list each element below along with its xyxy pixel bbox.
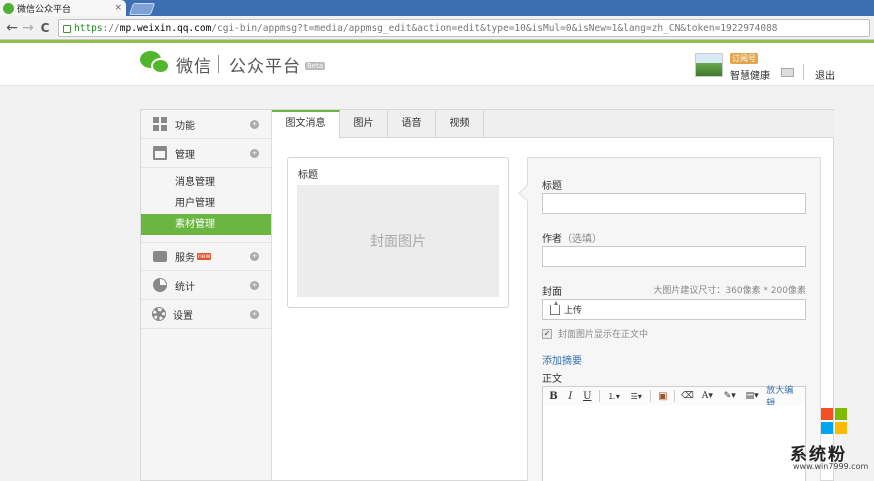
italic-button[interactable]: I <box>565 391 576 402</box>
underline-button[interactable]: U <box>582 391 593 402</box>
body-label: 正文 <box>542 374 562 385</box>
article-editor: 标题 作者（选填） 封面 大图片建议尺寸：360像素 * 200像素 上传 ✓ … <box>518 157 821 481</box>
upload-button[interactable]: 上传 <box>542 299 806 320</box>
sidebar-item-label: 统计 <box>175 281 195 293</box>
expand-icon[interactable]: + <box>250 309 259 319</box>
author-optional-hint: （选填） <box>562 234 602 245</box>
expand-icon[interactable]: + <box>250 280 259 290</box>
url-separator: :// <box>102 22 120 34</box>
insert-image-button[interactable]: ▣ <box>657 391 668 402</box>
browser-tab-bar: 微信公众平台 × <box>0 0 874 16</box>
site-logo[interactable]: 微信 公众平台 Beta <box>140 51 326 77</box>
toolbar-divider <box>650 390 652 402</box>
site-header: 微信 公众平台 Beta 订阅号 智慧健康 退出 <box>0 40 874 86</box>
cover-label: 封面 <box>542 287 562 298</box>
logo-divider <box>218 55 219 73</box>
sidebar-item-services[interactable]: 服务 new + <box>141 242 271 271</box>
expand-icon[interactable]: + <box>250 252 259 261</box>
sidebar-item-settings[interactable]: 设置 + <box>141 300 271 329</box>
lock-icon <box>63 25 71 33</box>
url-input[interactable]: https://mp.weixin.qq.com/cgi-bin/appmsg?… <box>58 19 870 37</box>
preview-title: 标题 <box>298 170 318 181</box>
bold-button[interactable]: B <box>548 391 559 402</box>
sidebar-item-label: 管理 <box>175 149 195 161</box>
editor-toolbar: B I U ⒈▾ ☰▾ ▣ ⌫ A▾ ✎▾ ▤▾ 放大编辑 <box>542 386 806 409</box>
material-tabs: 图文消息 图片 语音 视频 <box>272 110 834 139</box>
sidebar-item-manage[interactable]: 管理 + <box>141 139 271 168</box>
browser-tab[interactable]: 微信公众平台 × <box>0 0 126 16</box>
show-cover-label: 封面图片显示在正文中 <box>558 330 649 340</box>
address-bar: ← → C https://mp.weixin.qq.com/cgi-bin/a… <box>0 16 874 40</box>
tab-voice[interactable]: 语音 <box>388 110 436 138</box>
pointer-arrow <box>518 184 536 202</box>
tab-image[interactable]: 图片 <box>340 110 388 138</box>
printer-icon <box>153 251 167 262</box>
expand-icon[interactable]: + <box>250 148 259 158</box>
back-icon[interactable]: ← <box>4 20 20 36</box>
author-input[interactable] <box>542 246 806 267</box>
add-summary-link[interactable]: 添加摘要 <box>542 352 582 367</box>
more-format-button[interactable]: ▤▾ <box>744 391 760 401</box>
main-panel: 功能 + 管理 + 消息管理 用户管理 素材管理 服务 new + 统计 + 设… <box>140 109 834 481</box>
beta-badge: Beta <box>305 62 326 70</box>
account-type-badge: 订阅号 <box>730 53 758 64</box>
font-color-button[interactable]: A▾ <box>699 391 715 401</box>
header-divider <box>803 64 804 80</box>
gear-icon <box>153 308 165 320</box>
eraser-button[interactable]: ⌫ <box>681 391 694 401</box>
url-path: /cgi-bin/appmsg?t=media/appmsg_edit&acti… <box>211 22 778 34</box>
logo-subtitle: 公众平台 <box>229 56 301 77</box>
ordered-list-button[interactable]: ⒈▾ <box>606 391 622 402</box>
toolbar-divider <box>598 390 600 402</box>
title-label: 标题 <box>542 181 562 192</box>
tray-icon <box>153 146 167 160</box>
tab-news[interactable]: 图文消息 <box>272 110 340 139</box>
sidebar-subitem-messages[interactable]: 消息管理 <box>141 172 271 193</box>
background-color-button[interactable]: ✎▾ <box>722 391 738 401</box>
expand-icon[interactable]: + <box>250 119 259 129</box>
author-label-text: 作者 <box>542 234 562 245</box>
article-preview-card[interactable]: 标题 封面图片 <box>287 157 509 308</box>
avatar[interactable] <box>695 53 723 77</box>
sidebar-item-label: 设置 <box>173 310 193 322</box>
sidebar-item-label: 功能 <box>175 120 195 132</box>
pie-chart-icon <box>153 278 167 292</box>
watermark-url: www.win7999.com <box>793 462 869 471</box>
sidebar-item-label: 服务 <box>175 253 195 264</box>
new-badge: new <box>197 253 212 260</box>
account-name[interactable]: 智慧健康 <box>730 67 770 82</box>
upload-icon <box>550 300 560 315</box>
show-cover-option[interactable]: ✓ 封面图片显示在正文中 <box>542 327 648 340</box>
forward-icon[interactable]: → <box>20 20 36 36</box>
sidebar-subitem-users[interactable]: 用户管理 <box>141 193 271 214</box>
toolbar-divider <box>674 390 676 402</box>
url-scheme: https <box>74 22 103 34</box>
logout-link[interactable]: 退出 <box>815 67 835 82</box>
wechat-logo-icon <box>140 51 172 77</box>
mail-icon[interactable] <box>781 68 794 77</box>
cover-size-hint: 大图片建议尺寸：360像素 * 200像素 <box>653 286 806 296</box>
url-host: mp.weixin.qq.com <box>119 22 212 34</box>
new-tab-button[interactable] <box>128 3 156 15</box>
show-cover-checkbox[interactable]: ✓ <box>542 328 552 339</box>
upload-label: 上传 <box>564 306 583 316</box>
article-body-editor[interactable] <box>542 405 806 481</box>
tab-video[interactable]: 视频 <box>436 110 484 138</box>
browser-tab-title: 微信公众平台 <box>17 4 72 15</box>
unordered-list-button[interactable]: ☰▾ <box>628 392 644 401</box>
title-input[interactable] <box>542 193 806 214</box>
author-label: 作者（选填） <box>542 230 602 245</box>
logo-title: 微信 <box>176 56 212 77</box>
close-tab-icon[interactable]: × <box>114 3 122 13</box>
windows-logo-icon <box>821 408 848 435</box>
sidebar-item-statistics[interactable]: 统计 + <box>141 271 271 300</box>
sidebar-subitem-materials[interactable]: 素材管理 <box>141 214 271 235</box>
wechat-favicon-icon <box>3 2 14 14</box>
sidebar-item-features[interactable]: 功能 + <box>141 110 271 139</box>
grid-icon <box>153 117 167 131</box>
reload-icon[interactable]: C <box>37 20 53 36</box>
cover-image-placeholder: 封面图片 <box>297 185 499 297</box>
sidebar: 功能 + 管理 + 消息管理 用户管理 素材管理 服务 new + 统计 + 设… <box>141 110 272 480</box>
